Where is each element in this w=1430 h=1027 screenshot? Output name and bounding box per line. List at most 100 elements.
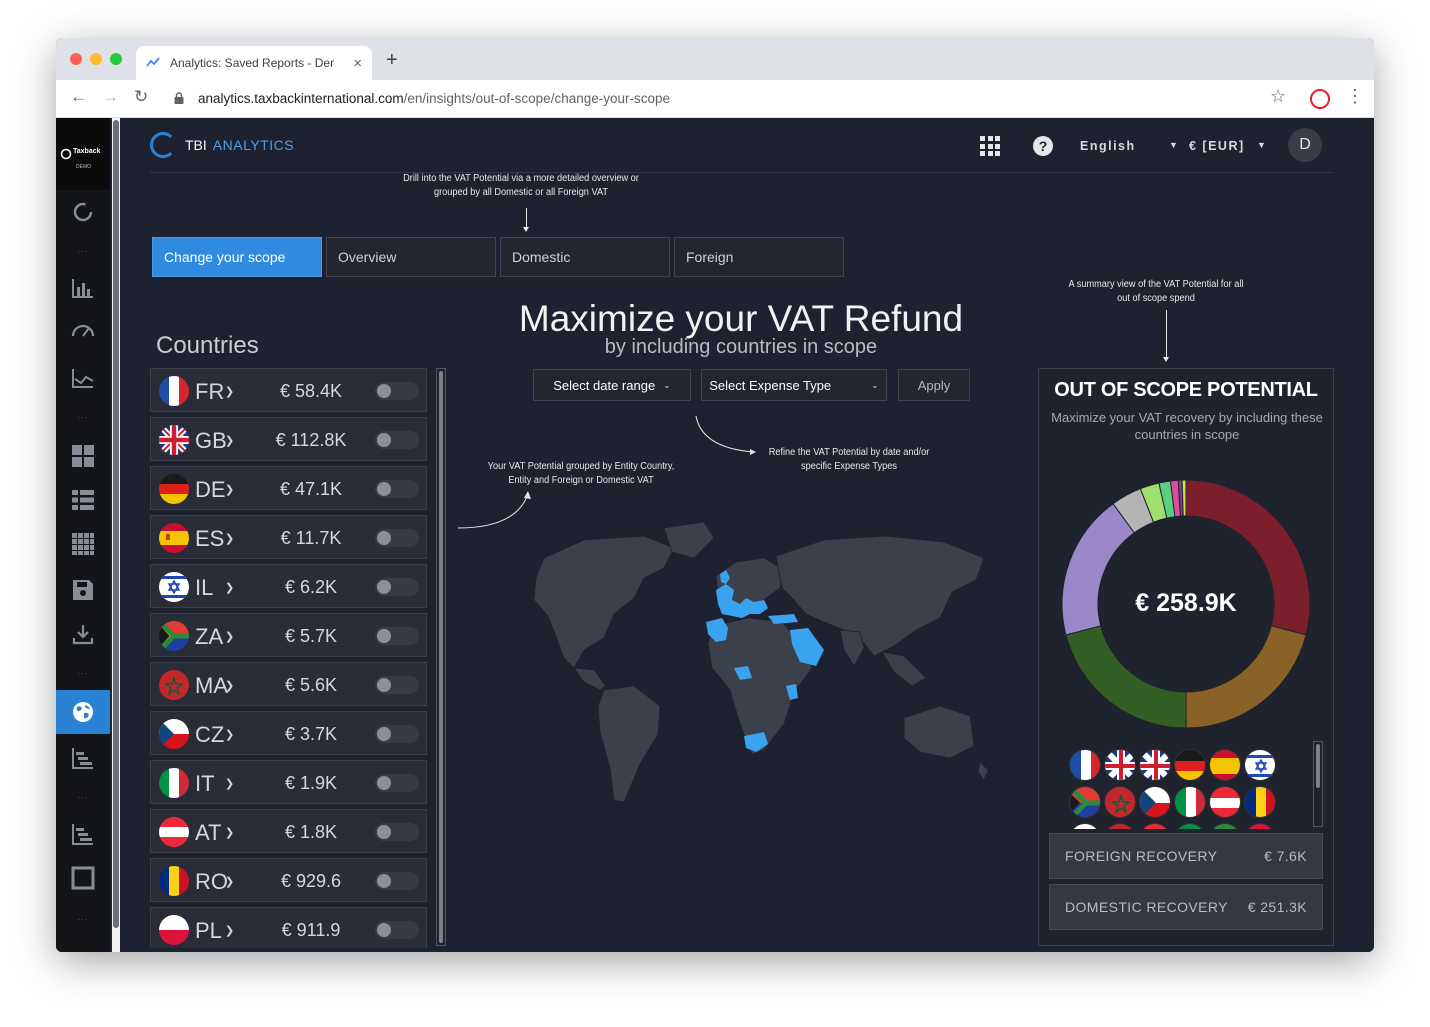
scope-toggle[interactable] [375, 774, 419, 792]
date-range-dropdown[interactable]: Select date range ⌄ [533, 369, 691, 401]
domestic-recovery-row[interactable]: DOMESTIC RECOVERY € 251.3K [1049, 884, 1323, 930]
scope-toggle[interactable] [375, 872, 419, 890]
foreign-recovery-row[interactable]: FOREIGN RECOVERY € 7.6K [1049, 833, 1323, 879]
tab-foreign[interactable]: Foreign [674, 237, 844, 277]
chevron-down-icon[interactable]: ❯ [225, 581, 234, 594]
chevron-down-icon[interactable]: ❯ [225, 532, 234, 545]
new-tab-button[interactable]: + [386, 49, 398, 72]
chevron-down-icon[interactable]: ❯ [225, 777, 234, 790]
chevron-down-icon[interactable]: ❯ [225, 875, 234, 888]
country-row-ma[interactable]: MA ❯ € 5.6K [150, 662, 427, 706]
table-icon[interactable] [56, 480, 110, 520]
gantt-chart-icon[interactable] [56, 814, 110, 854]
uk-flag-icon[interactable] [1104, 749, 1136, 781]
scrollbar-thumb[interactable] [439, 371, 443, 943]
donut-slice[interactable] [1065, 625, 1187, 729]
scope-toggle[interactable] [375, 382, 419, 400]
scope-toggle[interactable] [375, 921, 419, 939]
globe-icon[interactable] [56, 690, 110, 734]
browser-menu-icon[interactable]: ⋮ [1346, 86, 1364, 107]
scope-toggle[interactable] [375, 480, 419, 498]
south-africa-flag-icon[interactable] [1069, 786, 1101, 818]
morocco-flag-icon[interactable] [1104, 823, 1136, 829]
scrollbar-thumb[interactable] [1316, 744, 1320, 788]
chevron-down-icon[interactable]: ❯ [225, 434, 234, 447]
download-icon[interactable] [56, 614, 110, 654]
opera-extension-icon[interactable] [1310, 89, 1330, 109]
country-row-gb[interactable]: GB ❯ € 112.8K [150, 417, 427, 461]
minimize-window-button[interactable] [90, 53, 102, 65]
scope-toggle[interactable] [375, 725, 419, 743]
donut-slice[interactable] [1185, 625, 1307, 729]
country-row-pl[interactable]: PL ❯ € 911.9 [150, 907, 427, 948]
country-row-il[interactable]: IL ❯ € 6.2K [150, 564, 427, 608]
romania-flag-icon[interactable] [1244, 786, 1276, 818]
user-avatar[interactable]: D [1288, 128, 1322, 162]
chevron-down-icon[interactable]: ❯ [225, 385, 234, 398]
tab-close-icon[interactable]: × [353, 55, 362, 72]
scope-toggle[interactable] [375, 823, 419, 841]
scope-toggle[interactable] [375, 676, 419, 694]
country-row-cz[interactable]: CZ ❯ € 3.7K [150, 711, 427, 755]
save-icon[interactable] [56, 570, 110, 610]
dashboard-grid-icon[interactable] [56, 436, 110, 476]
apply-button[interactable]: Apply [898, 369, 970, 401]
austria-flag-icon[interactable] [1209, 786, 1241, 818]
czech-flag-icon[interactable] [1139, 786, 1171, 818]
spain-flag-icon[interactable] [1209, 749, 1241, 781]
country-row-za[interactable]: ZA ❯ € 5.7K [150, 613, 427, 657]
country-row-fr[interactable]: FR ❯ € 58.4K [150, 368, 427, 412]
chevron-down-icon[interactable]: ❯ [225, 728, 234, 741]
donut-slice[interactable] [1181, 479, 1187, 517]
israel-flag-icon[interactable] [1244, 749, 1276, 781]
currency-selector[interactable]: € [EUR] [1189, 139, 1245, 153]
forward-arrow-icon[interactable]: → [102, 87, 119, 107]
chevron-down-icon[interactable]: ❯ [225, 924, 234, 937]
chevron-down-icon[interactable]: ❯ [225, 826, 234, 839]
maximize-window-button[interactable] [110, 53, 122, 65]
tab-domestic[interactable]: Domestic [500, 237, 670, 277]
world-map[interactable] [464, 518, 1004, 818]
flags-scrollbar[interactable] [1313, 741, 1323, 827]
square-frame-icon[interactable] [56, 858, 110, 898]
germany-flag-icon[interactable] [1174, 749, 1206, 781]
tab-change-your-scope[interactable]: Change your scope [152, 237, 322, 277]
country-row-it[interactable]: IT ❯ € 1.9K [150, 760, 427, 804]
rail-scrollbar-thumb[interactable] [113, 120, 119, 928]
close-window-button[interactable] [70, 53, 82, 65]
country-row-de[interactable]: DE ❯ € 47.1K [150, 466, 427, 510]
chevron-down-icon[interactable]: ▼ [1169, 140, 1178, 150]
poland-flag-icon[interactable] [1069, 823, 1101, 829]
scope-toggle[interactable] [375, 627, 419, 645]
bar-chart-icon[interactable] [56, 268, 110, 308]
line-chart-icon[interactable] [56, 358, 110, 398]
back-arrow-icon[interactable]: ← [70, 87, 87, 107]
chevron-down-icon[interactable]: ❯ [225, 483, 234, 496]
country-row-es[interactable]: ES ❯ € 11.7K [150, 515, 427, 559]
reload-icon[interactable]: ↻ [134, 87, 148, 107]
url-field[interactable]: analytics.taxbackinternational.com/en/in… [198, 91, 670, 106]
chevron-down-icon[interactable]: ▼ [1257, 140, 1266, 150]
italy-flag-icon[interactable] [1174, 786, 1206, 818]
morocco-flag-icon[interactable] [1104, 786, 1136, 818]
gantt-chart-icon[interactable] [56, 738, 110, 778]
rail-scrollbar[interactable] [112, 118, 120, 952]
browser-tab[interactable]: Analytics: Saved Reports - Der × [136, 46, 372, 80]
france-flag-icon[interactable] [1069, 749, 1101, 781]
apps-grid-icon[interactable] [56, 524, 110, 564]
scope-toggle[interactable] [375, 431, 419, 449]
tab-overview[interactable]: Overview [326, 237, 496, 277]
tbi-analytics-logo[interactable]: TBI ANALYTICS [150, 132, 294, 158]
scope-toggle[interactable] [375, 529, 419, 547]
italy-flag-icon[interactable] [1174, 823, 1206, 829]
loading-ring-icon[interactable] [56, 192, 110, 232]
language-selector[interactable]: English [1080, 139, 1136, 153]
uk-flag-icon[interactable] [1139, 749, 1171, 781]
expense-type-dropdown[interactable]: Select Expense Type ⌄ [701, 369, 887, 401]
south-africa-flag-icon[interactable] [1209, 823, 1241, 829]
apps-grid-icon[interactable] [980, 136, 1000, 156]
scope-toggle[interactable] [375, 578, 419, 596]
austria-flag-icon[interactable] [1139, 823, 1171, 829]
gauge-icon[interactable] [56, 310, 110, 350]
help-icon[interactable]: ? [1033, 136, 1053, 156]
